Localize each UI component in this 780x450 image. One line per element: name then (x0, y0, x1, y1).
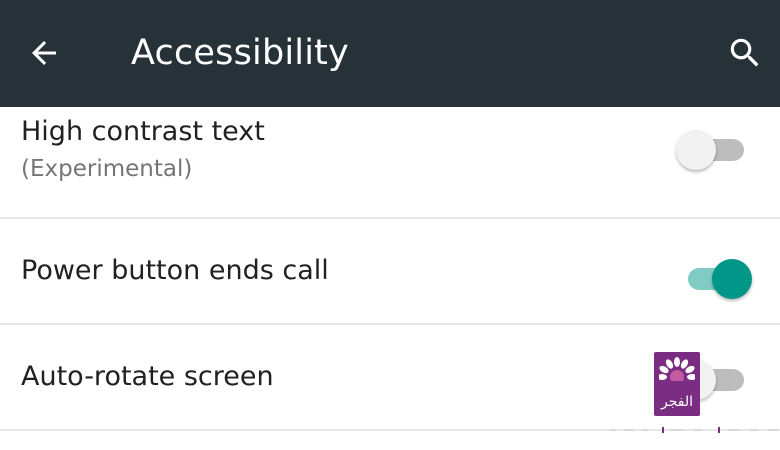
watermark-dots (610, 427, 778, 433)
back-button[interactable] (22, 33, 66, 73)
setting-high-contrast-text[interactable]: High contrast text (Experimental) (0, 107, 780, 219)
app-bar: Accessibility (0, 0, 780, 107)
setting-title: Auto-rotate screen (21, 361, 274, 392)
switch-thumb (712, 259, 752, 299)
arrow-back-icon (32, 41, 56, 65)
power-button-ends-call-toggle[interactable] (676, 257, 752, 301)
search-button[interactable] (722, 30, 768, 76)
setting-title: Power button ends call (21, 255, 329, 286)
watermark-logo: الفجر (654, 352, 700, 416)
switch-thumb (676, 130, 716, 170)
high-contrast-toggle[interactable] (676, 128, 750, 172)
search-icon (730, 38, 759, 67)
watermark-text: الفجر (661, 394, 693, 410)
setting-title: High contrast text (21, 116, 265, 147)
setting-power-button-ends-call[interactable]: Power button ends call (0, 219, 780, 325)
sun-logo-icon (659, 357, 695, 393)
settings-screen: Accessibility High contrast text (Experi… (0, 0, 780, 450)
page-title: Accessibility (131, 33, 349, 73)
setting-summary: (Experimental) (21, 156, 193, 182)
